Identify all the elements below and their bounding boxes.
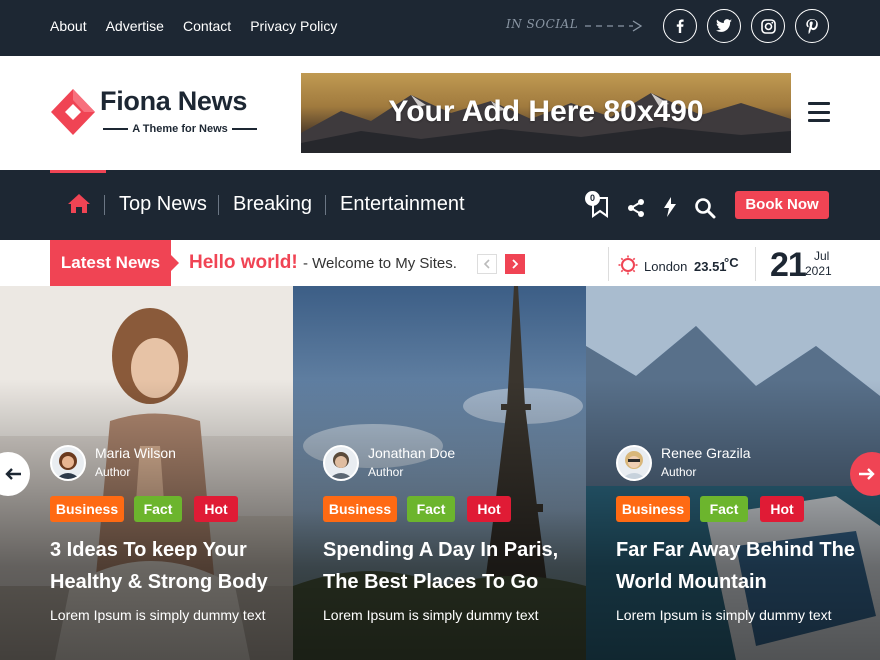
tag-hot[interactable]: Hot xyxy=(194,496,238,522)
date-year: 2021 xyxy=(805,264,832,278)
slide-title[interactable]: Spending A Day In Paris, The Best Places… xyxy=(323,534,558,598)
lightning-icon[interactable] xyxy=(662,196,678,218)
fiona-logo-icon[interactable] xyxy=(50,88,96,136)
slide-title-line: Healthy & Strong Body xyxy=(50,571,268,593)
bookmark-count-badge: 0 xyxy=(585,191,600,206)
top-link-advertise[interactable]: Advertise xyxy=(106,18,164,34)
author-name[interactable]: Jonathan Doe xyxy=(368,445,455,461)
author-avatar[interactable] xyxy=(616,445,652,481)
author-name[interactable]: Maria Wilson xyxy=(95,445,176,461)
ad-banner[interactable]: Your Add Here 80x490 xyxy=(301,73,791,153)
slide-title-line: Spending A Day In Paris, xyxy=(323,539,559,561)
ticker-subtitle: - Welcome to My Sites. xyxy=(303,255,457,272)
instagram-icon[interactable] xyxy=(751,9,785,43)
latest-news-label: Latest News xyxy=(50,240,171,286)
weather-temperature: 23.51 xyxy=(694,259,727,274)
chevron-left-icon xyxy=(483,259,490,269)
author-role: Author xyxy=(368,465,404,479)
latest-news-pointer xyxy=(170,254,179,272)
slide-excerpt: Lorem Ipsum is simply dummy text xyxy=(323,607,539,623)
twitter-icon[interactable] xyxy=(707,9,741,43)
author-avatar[interactable] xyxy=(50,445,86,481)
featured-slider: Maria Wilson Author Business Fact Hot 3 … xyxy=(0,286,880,660)
slide-title-line: Far Far Away Behind The xyxy=(616,539,855,561)
tag-hot[interactable]: Hot xyxy=(760,496,804,522)
tag-business[interactable]: Business xyxy=(323,496,397,522)
hamburger-menu-icon[interactable] xyxy=(808,102,830,122)
weather-unit: °C xyxy=(724,255,739,270)
tag-fact[interactable]: Fact xyxy=(700,496,748,522)
brand-tagline: A Theme for News xyxy=(103,123,257,135)
tagline-text: A Theme for News xyxy=(132,123,228,135)
slide-title-line: The Best Places To Go xyxy=(323,571,539,593)
in-social-label: IN SOCIAL xyxy=(506,17,579,31)
ad-text: Your Add Here 80x490 xyxy=(388,95,704,128)
slide-card[interactable]: Renee Grazila Author Business Fact Hot F… xyxy=(586,286,880,660)
nav-separator xyxy=(325,195,326,215)
nav-separator xyxy=(104,195,105,215)
tag-fact[interactable]: Fact xyxy=(134,496,182,522)
tag-hot[interactable]: Hot xyxy=(467,496,511,522)
author-role: Author xyxy=(95,465,131,479)
slide-title-line: World Mountain xyxy=(616,571,767,593)
arrow-right-icon xyxy=(859,468,875,480)
slide-overlay xyxy=(0,286,293,660)
tag-business[interactable]: Business xyxy=(50,496,124,522)
arrow-left-icon xyxy=(5,468,21,480)
nav-item-top-news[interactable]: Top News xyxy=(119,193,207,216)
tag-business[interactable]: Business xyxy=(616,496,690,522)
author-name[interactable]: Renee Grazila xyxy=(661,445,751,461)
ticker-divider xyxy=(608,247,609,281)
slide-title[interactable]: Far Far Away Behind The World Mountain xyxy=(616,534,855,598)
share-icon[interactable] xyxy=(626,198,646,218)
chevron-right-icon xyxy=(512,259,519,269)
slide-excerpt: Lorem Ipsum is simply dummy text xyxy=(616,607,832,623)
ticker-next-button[interactable] xyxy=(505,254,525,274)
top-link-contact[interactable]: Contact xyxy=(183,18,231,34)
slide-title-line: 3 Ideas To keep Your xyxy=(50,539,247,561)
weather-city: London xyxy=(644,259,688,274)
dashed-arrow-icon xyxy=(585,20,643,32)
book-now-button[interactable]: Book Now xyxy=(735,191,829,219)
tag-fact[interactable]: Fact xyxy=(407,496,455,522)
nav-item-breaking[interactable]: Breaking xyxy=(233,193,312,216)
nav-active-indicator xyxy=(50,170,106,173)
pinterest-icon[interactable] xyxy=(795,9,829,43)
nav-separator xyxy=(218,195,219,215)
slide-title[interactable]: 3 Ideas To keep Your Healthy & Strong Bo… xyxy=(50,534,268,598)
facebook-icon[interactable] xyxy=(663,9,697,43)
brand-name[interactable]: Fiona News xyxy=(100,86,247,117)
slide-card[interactable]: Maria Wilson Author Business Fact Hot 3 … xyxy=(0,286,293,660)
author-role: Author xyxy=(661,465,697,479)
search-icon[interactable] xyxy=(694,197,716,219)
social-links xyxy=(663,9,829,43)
top-link-privacy-policy[interactable]: Privacy Policy xyxy=(250,18,337,34)
ticker-headline[interactable]: Hello world! xyxy=(189,252,298,274)
date-month: Jul xyxy=(814,249,830,263)
ticker-divider xyxy=(755,247,756,281)
slide-excerpt: Lorem Ipsum is simply dummy text xyxy=(50,607,266,623)
top-link-about[interactable]: About xyxy=(50,18,87,34)
ticker-prev-button[interactable] xyxy=(477,254,497,274)
top-links: About Advertise Contact Privacy Policy xyxy=(50,18,337,34)
author-avatar[interactable] xyxy=(323,445,359,481)
nav-item-entertainment[interactable]: Entertainment xyxy=(340,193,465,216)
home-icon[interactable] xyxy=(67,193,91,214)
sun-icon xyxy=(618,255,638,275)
date-day: 21 xyxy=(770,246,807,284)
slide-card[interactable]: Jonathan Doe Author Business Fact Hot Sp… xyxy=(293,286,586,660)
